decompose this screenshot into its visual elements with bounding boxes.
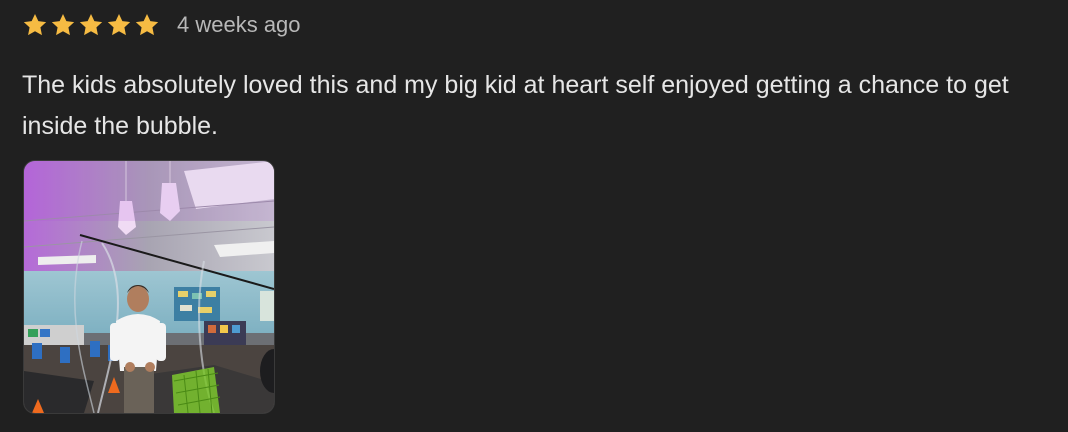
star-rating (22, 12, 160, 38)
star-icon (107, 13, 131, 36)
star-icon (23, 13, 47, 36)
photo-image (24, 161, 274, 413)
review-photo[interactable] (23, 160, 275, 414)
star-icon (51, 13, 75, 36)
star-icon (135, 13, 159, 36)
review-timestamp: 4 weeks ago (177, 12, 301, 37)
review-text: The kids absolutely loved this and my bi… (22, 71, 1009, 140)
star-icon (79, 13, 103, 36)
review-card: 4 weeks ago The kids absolutely loved th… (22, 10, 1062, 147)
review-meta: 4 weeks ago (22, 10, 1062, 40)
